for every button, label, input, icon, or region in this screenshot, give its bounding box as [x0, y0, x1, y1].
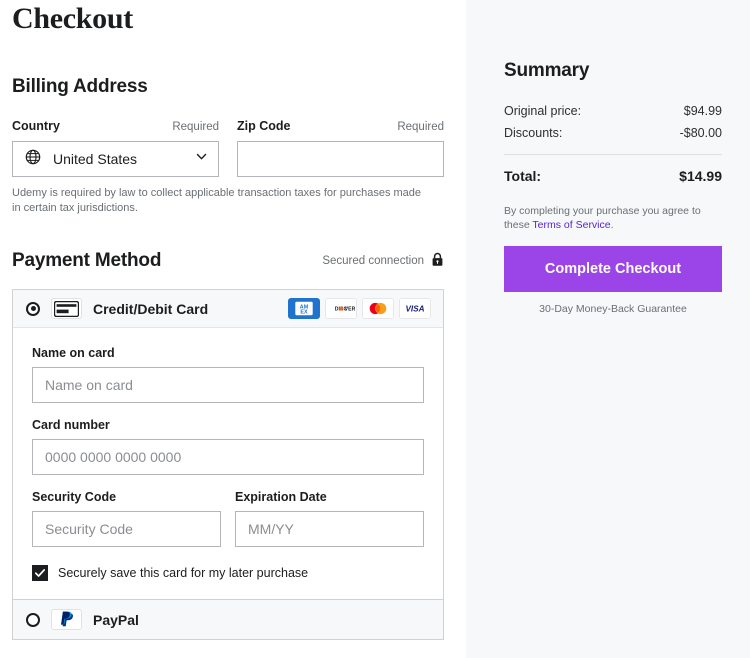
country-selected-value: United States: [53, 151, 138, 167]
globe-icon: [25, 149, 41, 170]
tax-disclaimer: Udemy is required by law to collect appl…: [12, 187, 422, 214]
summary-line-original-price: Original price: $94.99: [504, 104, 722, 118]
terms-of-service-link[interactable]: Terms of Service: [532, 219, 610, 231]
discounts-label: Discounts:: [504, 126, 563, 140]
save-card-label: Securely save this card for my later pur…: [58, 566, 309, 580]
lock-icon: [431, 252, 444, 270]
payment-option-credit-card-label: Credit/Debit Card: [93, 300, 209, 317]
name-on-card-label: Name on card: [32, 346, 115, 360]
discounts-value: -$80.00: [679, 126, 722, 140]
secured-connection-label: Secured connection: [322, 255, 424, 267]
terms-notice: By completing your purchase you agree to…: [504, 204, 722, 232]
payment-method-heading: Payment Method: [12, 250, 162, 271]
card-number-label: Card number: [32, 418, 110, 432]
payment-option-paypal[interactable]: PayPal: [13, 599, 443, 639]
country-label: Country: [12, 119, 60, 133]
country-field: Country Required United States: [12, 119, 219, 177]
chevron-down-icon: [195, 150, 208, 168]
checkout-page: Checkout Billing Address Country Require…: [0, 0, 750, 658]
security-code-input[interactable]: [32, 511, 221, 547]
card-number-group: Card number: [32, 418, 424, 475]
country-select[interactable]: United States: [12, 141, 219, 177]
amex-icon: AM EX: [288, 298, 320, 319]
credit-card-icon: [51, 298, 82, 319]
accepted-card-brands: AM EX DISC VER: [288, 298, 431, 319]
zip-required-tag: Required: [397, 121, 444, 133]
secured-connection-indicator: Secured connection: [322, 252, 444, 270]
terms-suffix-text: .: [610, 219, 614, 231]
save-card-checkbox[interactable]: [32, 565, 48, 581]
visa-icon: VISA: [399, 298, 431, 319]
security-code-label: Security Code: [32, 490, 117, 504]
money-back-guarantee: 30-Day Money-Back Guarantee: [539, 303, 687, 315]
country-required-tag: Required: [172, 121, 219, 133]
complete-checkout-button[interactable]: Complete Checkout: [504, 246, 722, 292]
radio-credit-card[interactable]: [26, 301, 40, 316]
original-price-value: $94.99: [683, 104, 722, 118]
total-value: $14.99: [679, 168, 722, 184]
radio-paypal[interactable]: [26, 612, 40, 627]
svg-text:VISA: VISA: [405, 305, 424, 314]
zip-code-field: Zip Code Required: [237, 119, 444, 177]
zip-code-label: Zip Code: [237, 119, 291, 133]
checkout-main-column: Checkout Billing Address Country Require…: [0, 0, 466, 658]
order-summary-panel: Summary Original price: $94.99 Discounts…: [466, 0, 750, 658]
discover-icon: DISC VER: [325, 298, 357, 319]
summary-line-discounts: Discounts: -$80.00: [504, 126, 722, 140]
paypal-icon: [51, 609, 82, 630]
expiration-date-group: Expiration Date: [235, 490, 424, 547]
security-code-group: Security Code: [32, 490, 221, 547]
payment-options-block: Credit/Debit Card AM EX DISC: [12, 289, 444, 640]
card-number-input[interactable]: [32, 439, 424, 475]
summary-divider: [504, 154, 722, 155]
expiration-date-label: Expiration Date: [235, 490, 327, 504]
billing-fields-row: Country Required United States Zip Code …: [12, 119, 444, 177]
summary-total-row: Total: $14.99: [504, 168, 722, 184]
billing-address-heading: Billing Address: [12, 76, 148, 97]
name-on-card-input[interactable]: [32, 367, 424, 403]
original-price-label: Original price:: [504, 104, 582, 118]
mastercard-icon: [362, 298, 394, 319]
svg-text:EX: EX: [300, 310, 308, 316]
card-security-row: Security Code Expiration Date: [32, 490, 424, 547]
payment-option-paypal-label: PayPal: [93, 611, 139, 628]
payment-option-credit-card[interactable]: Credit/Debit Card AM EX DISC: [13, 290, 443, 328]
credit-card-form: Name on card Card number Security Code E…: [13, 328, 443, 599]
name-on-card-group: Name on card: [32, 346, 424, 403]
save-card-row[interactable]: Securely save this card for my later pur…: [32, 565, 424, 581]
payment-method-header: Payment Method Secured connection: [12, 250, 444, 272]
expiration-date-input[interactable]: [235, 511, 424, 547]
summary-heading: Summary: [504, 60, 590, 81]
svg-text:VER: VER: [345, 307, 356, 313]
total-label: Total:: [504, 168, 542, 184]
page-title: Checkout: [12, 2, 133, 35]
country-label-row: Country Required: [12, 119, 219, 133]
zip-code-input[interactable]: [237, 141, 444, 177]
zip-label-row: Zip Code Required: [237, 119, 444, 133]
